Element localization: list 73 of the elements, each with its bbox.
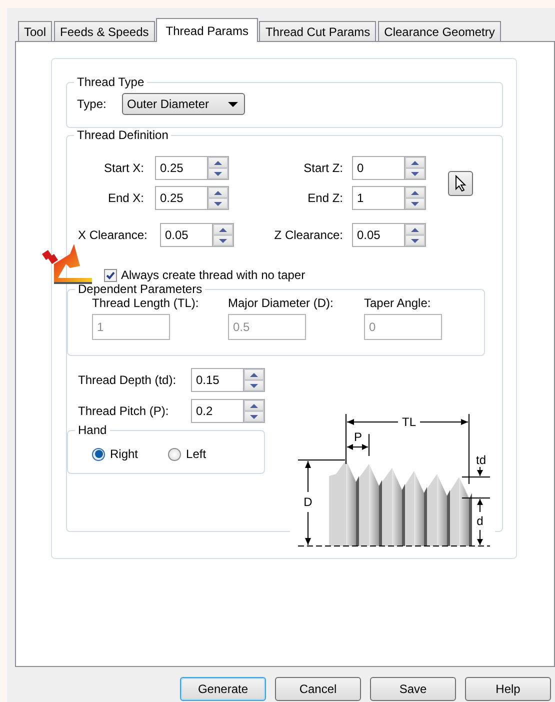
number-field[interactable]: 0 <box>352 156 404 180</box>
radio-label: Right <box>110 447 138 461</box>
number-field[interactable]: 0.05 <box>160 223 212 247</box>
dimension-label: P <box>354 430 362 444</box>
dimension-label: TL <box>402 415 416 429</box>
spin-down-button[interactable] <box>208 198 228 209</box>
type-dropdown[interactable]: Outer Diameter <box>122 93 245 115</box>
spin-up-button[interactable] <box>244 369 264 380</box>
number-field[interactable]: 0.15 <box>191 368 243 392</box>
spin-up-button[interactable] <box>405 157 425 168</box>
spin-down-button[interactable] <box>244 380 264 391</box>
field-label: Thread Length (TL): <box>92 296 199 310</box>
field-label: Thread Pitch (P): <box>78 404 170 418</box>
field-label: End X: <box>106 191 145 205</box>
tab[interactable]: Thread Cut Params <box>259 21 376 41</box>
spin-down-button[interactable] <box>213 235 233 246</box>
number-field[interactable]: 0.2 <box>191 399 243 423</box>
checkbox[interactable] <box>104 268 117 282</box>
cursor-icon <box>454 174 466 192</box>
group-title: Thread Type <box>76 75 146 89</box>
dimension-label: D <box>304 495 312 509</box>
field-label: Thread Depth (td): <box>78 373 178 387</box>
field-label: X Clearance: <box>78 228 148 242</box>
caret-down-icon <box>214 202 222 206</box>
caret-down-icon <box>219 238 227 242</box>
number-field[interactable]: 0.05 <box>352 223 404 247</box>
spin-up-button[interactable] <box>405 187 425 198</box>
spin-up-button[interactable] <box>213 224 233 235</box>
spin-up-button[interactable] <box>405 224 425 235</box>
spin-up-button[interactable] <box>208 187 228 198</box>
radio-button[interactable] <box>92 448 105 460</box>
pick-button[interactable] <box>448 170 473 196</box>
field-label: Type: <box>77 97 108 111</box>
caret-down-icon <box>411 172 419 176</box>
group-title: Thread Definition <box>76 128 170 142</box>
field-label: Taper Angle: <box>364 296 431 310</box>
dimension-label: td <box>476 453 486 467</box>
tab[interactable]: Tool <box>18 21 52 41</box>
radio-button[interactable] <box>168 448 182 460</box>
caret-down-icon <box>214 172 222 176</box>
spin-down-button[interactable] <box>405 235 425 246</box>
number-field[interactable]: 0.25 <box>155 186 207 210</box>
field-label: Start X: <box>102 161 145 175</box>
spin-down-button[interactable] <box>208 168 228 179</box>
spin-down-button[interactable] <box>405 198 425 209</box>
button[interactable]: Help <box>465 677 551 701</box>
field-label: Major Diameter (D): <box>228 296 334 310</box>
arrow-icon <box>40 242 92 284</box>
field-label: Start Z: <box>302 161 344 175</box>
spin-down-button[interactable] <box>405 168 425 179</box>
number-field[interactable]: 0.25 <box>155 156 207 180</box>
spin-up-button[interactable] <box>208 157 228 168</box>
spin-down-button[interactable] <box>244 411 264 422</box>
group-title: Hand <box>77 423 108 437</box>
caret-down-icon <box>411 238 419 242</box>
field-label: End Z: <box>306 191 344 205</box>
dimension-label: d <box>476 514 484 528</box>
number-field[interactable]: 1 <box>352 186 404 210</box>
group-title: Dependent Parameters <box>77 282 204 296</box>
tab[interactable]: Thread Params <box>156 18 258 42</box>
button[interactable]: Cancel <box>275 677 361 701</box>
button[interactable]: Save <box>370 677 456 701</box>
caret-down-icon <box>411 202 419 206</box>
field-label: Z Clearance: <box>273 228 344 242</box>
spin-up-button[interactable] <box>244 400 264 411</box>
radio-label: Left <box>186 447 206 461</box>
tab[interactable]: Feeds & Speeds <box>54 21 155 41</box>
caret-down-icon <box>250 414 258 418</box>
caret-icon <box>228 102 238 106</box>
tab[interactable]: Clearance Geometry <box>378 21 501 41</box>
checkbox-label: Always create thread with no taper <box>121 268 306 282</box>
caret-down-icon <box>250 384 258 388</box>
button[interactable]: Generate <box>180 677 266 701</box>
